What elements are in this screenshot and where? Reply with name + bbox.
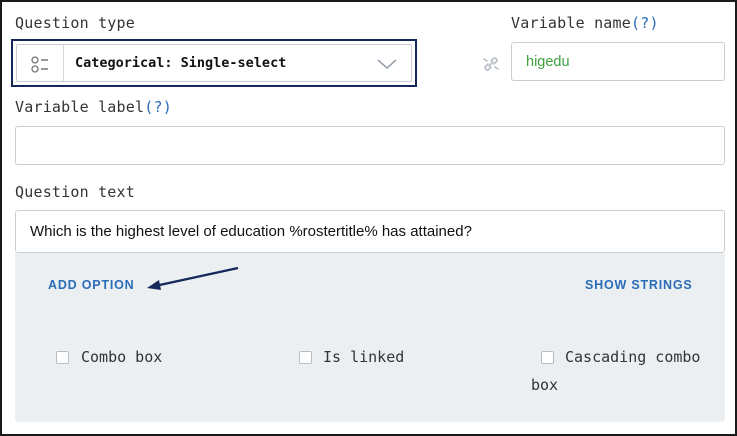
variable-name-label-text: Variable name [511, 14, 631, 32]
question-type-select[interactable]: Categorical: Single-select [16, 44, 412, 82]
variable-label-label: Variable label(?) [15, 98, 172, 116]
cascading-combo-box-label-continued: box [531, 376, 559, 394]
show-strings-button[interactable]: SHOW STRINGS [585, 278, 693, 292]
link-icon[interactable] [480, 53, 502, 80]
question-type-label-text: Question type [15, 14, 135, 32]
question-type-label: Question type [15, 14, 135, 32]
question-text-input[interactable]: Which is the highest level of education … [15, 210, 725, 253]
question-editor: Question type Categorical: Single-select [0, 0, 737, 436]
is-linked-checkbox[interactable] [299, 351, 312, 364]
variable-name-value: higedu [526, 53, 570, 70]
chevron-down-icon[interactable] [375, 56, 399, 77]
cascading-combo-box-label: Cascading combo [565, 348, 701, 366]
variable-name-label: Variable name(?) [511, 14, 659, 32]
question-text-label: Question text [15, 183, 135, 201]
variable-label-help-link[interactable]: (?) [144, 98, 172, 116]
variable-label-input[interactable] [15, 126, 725, 165]
question-text-value: Which is the highest level of education … [30, 223, 472, 240]
variable-name-help-link[interactable]: (?) [631, 14, 659, 32]
variable-name-input[interactable]: higedu [511, 42, 725, 81]
combo-box-label: Combo box [81, 348, 163, 366]
variable-label-label-text: Variable label [15, 98, 145, 116]
add-option-button[interactable]: ADD OPTION [48, 278, 134, 292]
combo-box-checkbox[interactable] [56, 351, 69, 364]
is-linked-label: Is linked [323, 348, 405, 366]
question-text-label-text: Question text [15, 183, 135, 201]
cascading-combo-box-checkbox[interactable] [541, 351, 554, 364]
arrow-pointer-icon [145, 265, 241, 300]
question-type-highlight: Categorical: Single-select [11, 39, 417, 87]
categorical-list-icon [17, 45, 64, 81]
question-type-value: Categorical: Single-select [75, 55, 287, 71]
